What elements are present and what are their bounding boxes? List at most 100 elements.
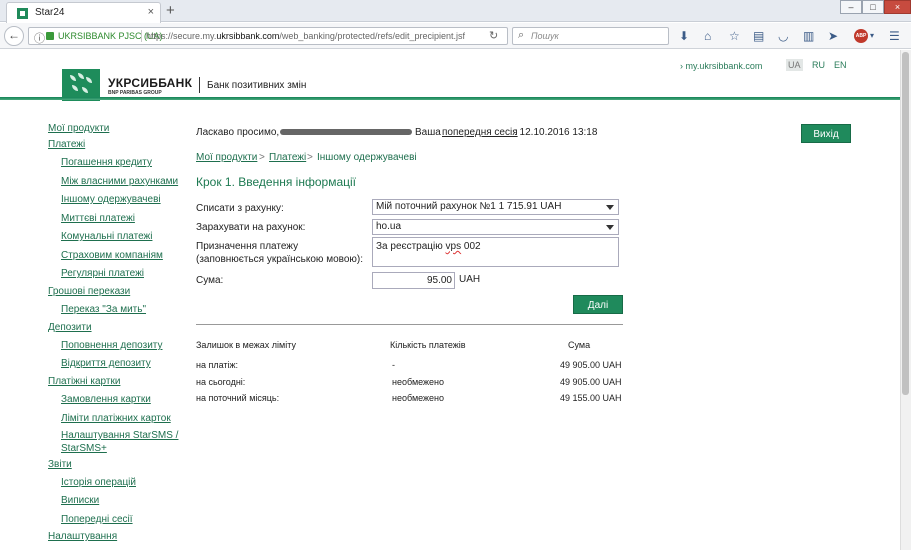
breadcrumb-my-products[interactable]: Мої продукти (196, 152, 257, 163)
sidebar-item-starsms[interactable]: Налаштування StarSMS / (61, 430, 178, 442)
welcome-prefix: Ласкаво просимо, (196, 127, 280, 138)
sidebar-item-card-limits[interactable]: Ліміти платіжних карток (61, 413, 171, 425)
url-text[interactable]: https://secure.my.ukrsibbank.com/web_ban… (146, 31, 465, 41)
breadcrumb-payments[interactable]: Платежі (269, 152, 306, 163)
sidebar-item-loan-repayment[interactable]: Погашення кредиту (61, 157, 152, 169)
amount-input[interactable]: 95.00 (372, 272, 455, 289)
bookmark-star-icon[interactable]: ☆ (729, 29, 740, 43)
tab-title: Star24 (35, 7, 65, 18)
chevron-down-icon (606, 225, 614, 230)
sidebar-item-payments[interactable]: Платежі (48, 139, 85, 151)
home-icon[interactable]: ⌂ (704, 29, 711, 43)
redacted-name (280, 129, 412, 135)
limits-row-label: на поточний місяць: (196, 393, 280, 403)
lang-ru[interactable]: RU (812, 60, 825, 70)
limits-row-count: необмежено (392, 393, 445, 403)
limits-header-remaining: Залишок в межах ліміту (196, 340, 296, 350)
tab-close-icon[interactable]: × (148, 6, 154, 18)
sidebar-item-deposits[interactable]: Депозити (48, 322, 92, 334)
limits-row-label: на сьогодні: (196, 377, 246, 387)
pocket-icon[interactable]: ◡ (778, 29, 788, 43)
credit-account-select[interactable]: ho.ua (372, 219, 619, 235)
next-button[interactable]: Далі (573, 295, 623, 314)
sidebar-item-prev-sessions[interactable]: Попередні сесії (61, 514, 133, 526)
amount-label: Сума: (196, 275, 224, 286)
send-icon[interactable]: ➤ (828, 29, 838, 43)
debit-account-select[interactable]: Мій поточний рахунок №1 1 715.91 UAH (372, 199, 619, 215)
new-tab-button[interactable]: + (166, 2, 175, 20)
download-icon[interactable]: ⬇ (679, 29, 689, 43)
search-placeholder: Пошук (531, 31, 559, 41)
back-arrow-icon[interactable]: ← (4, 26, 24, 46)
bank-page: › my.ukrsibbank.com UA RU EN УКРСИББАНК … (0, 50, 900, 550)
scrollbar-thumb[interactable] (902, 52, 909, 395)
limits-header-count: Кількість платежів (390, 340, 466, 350)
sidebar-item-settings[interactable]: Налаштування (48, 531, 117, 543)
sidebar-item-history[interactable]: Історія операцій (61, 477, 136, 489)
sidebar-item-cards[interactable]: Платіжні картки (48, 376, 120, 388)
prev-session-link[interactable]: попередня сесія (442, 127, 518, 138)
browser-nav-bar: ← ⓘ UKRSIBBANK PJSC (UA) https://secure.… (0, 23, 911, 49)
sidebar-item-other-recipient[interactable]: Іншому одержувачеві (61, 194, 161, 206)
limits-row-count: - (392, 360, 395, 370)
purpose-hint: (заповнюється українською мовою): (196, 254, 364, 265)
sidebar-item-regular-payments[interactable]: Регулярні платежі (61, 268, 144, 280)
breadcrumb-current: Іншому одержувачеві (317, 152, 417, 163)
limits-row-label: на платіж: (196, 360, 239, 370)
purpose-textarea[interactable]: За реєстрацію vps 002 (372, 237, 619, 267)
step-title: Крок 1. Введення інформації (196, 175, 356, 189)
lock-icon (46, 32, 54, 40)
bank-favicon-icon (17, 8, 28, 19)
window-maximize-button[interactable]: □ (862, 0, 884, 14)
sidebar-item-starsms-plus[interactable]: StarSMS+ (61, 443, 107, 455)
sidebar-item-card-order[interactable]: Замовлення картки (61, 394, 151, 406)
slogan: Банк позитивних змін (207, 80, 307, 91)
welcome-suffix: Ваша (415, 127, 441, 138)
limits-row-sum: 49 905.00 UAH (560, 377, 622, 387)
sidebar-item-deposit-open[interactable]: Відкриття депозиту (61, 358, 151, 370)
chevron-down-icon (606, 205, 614, 210)
breadcrumb-sep: > (307, 152, 313, 163)
reading-list-icon[interactable]: ▤ (753, 29, 764, 43)
menu-hamburger-icon[interactable]: ☰ (889, 29, 900, 43)
currency-label: UAH (459, 274, 481, 285)
lang-ua[interactable]: UA (786, 59, 803, 71)
limits-row-sum: 49 905.00 UAH (560, 360, 622, 370)
sidebar-item-instant-transfer[interactable]: Переказ "За мить" (61, 304, 146, 316)
debit-label: Списати з рахунку: (196, 203, 284, 214)
browser-tab[interactable]: Star24 × (6, 2, 161, 23)
header-divider (0, 97, 900, 100)
search-icon: ⌕ (518, 29, 525, 41)
prev-session-time: : 12.10.2016 13:18 (514, 127, 598, 138)
limits-header-sum: Сума (568, 340, 591, 350)
library-icon[interactable]: ▥ (803, 29, 814, 43)
sidebar-item-instant-payments[interactable]: Миттєві платежі (61, 213, 135, 225)
reload-icon[interactable]: ↻ (489, 29, 498, 42)
sidebar-item-own-accounts[interactable]: Між власними рахунками (61, 176, 178, 188)
address-bar[interactable]: ⓘ UKRSIBBANK PJSC (UA) https://secure.my… (28, 27, 508, 45)
browser-tab-bar: Star24 × + – □ × (0, 0, 911, 23)
sidebar-item-utility-payments[interactable]: Комунальні платежі (61, 231, 152, 243)
lang-en[interactable]: EN (834, 60, 847, 70)
my-ukrsibbank-link[interactable]: › my.ukrsibbank.com (680, 61, 762, 71)
sidebar-item-deposit-topup[interactable]: Поповнення депозиту (61, 340, 162, 352)
window-close-button[interactable]: × (884, 0, 911, 14)
sidebar-item-reports[interactable]: Звіти (48, 459, 72, 471)
purpose-label: Призначення платежу (196, 241, 299, 252)
brand-divider (199, 77, 200, 93)
brand-subtitle: BNP PARIBAS GROUP (108, 90, 162, 96)
adblock-icon[interactable]: ABP (854, 29, 868, 43)
site-info-icon[interactable]: ⓘ (34, 30, 45, 46)
exit-button[interactable]: Вихід (801, 124, 851, 143)
sidebar-item-insurance[interactable]: Страховим компаніям (61, 250, 163, 262)
window-minimize-button[interactable]: – (840, 0, 862, 14)
sidebar-item-statements[interactable]: Виписки (61, 495, 99, 507)
limits-row-sum: 49 155.00 UAH (560, 393, 622, 403)
limits-row-count: необмежено (392, 377, 445, 387)
dropdown-arrow-icon[interactable]: ▾ (870, 29, 874, 43)
sidebar-item-my-products[interactable]: Мої продукти (48, 123, 109, 135)
browser-search-input[interactable]: ⌕ Пошук (512, 27, 669, 45)
sidebar-item-transfers[interactable]: Грошові перекази (48, 286, 130, 298)
address-divider (141, 30, 142, 42)
brand-name: УКРСИББАНК (108, 76, 193, 90)
